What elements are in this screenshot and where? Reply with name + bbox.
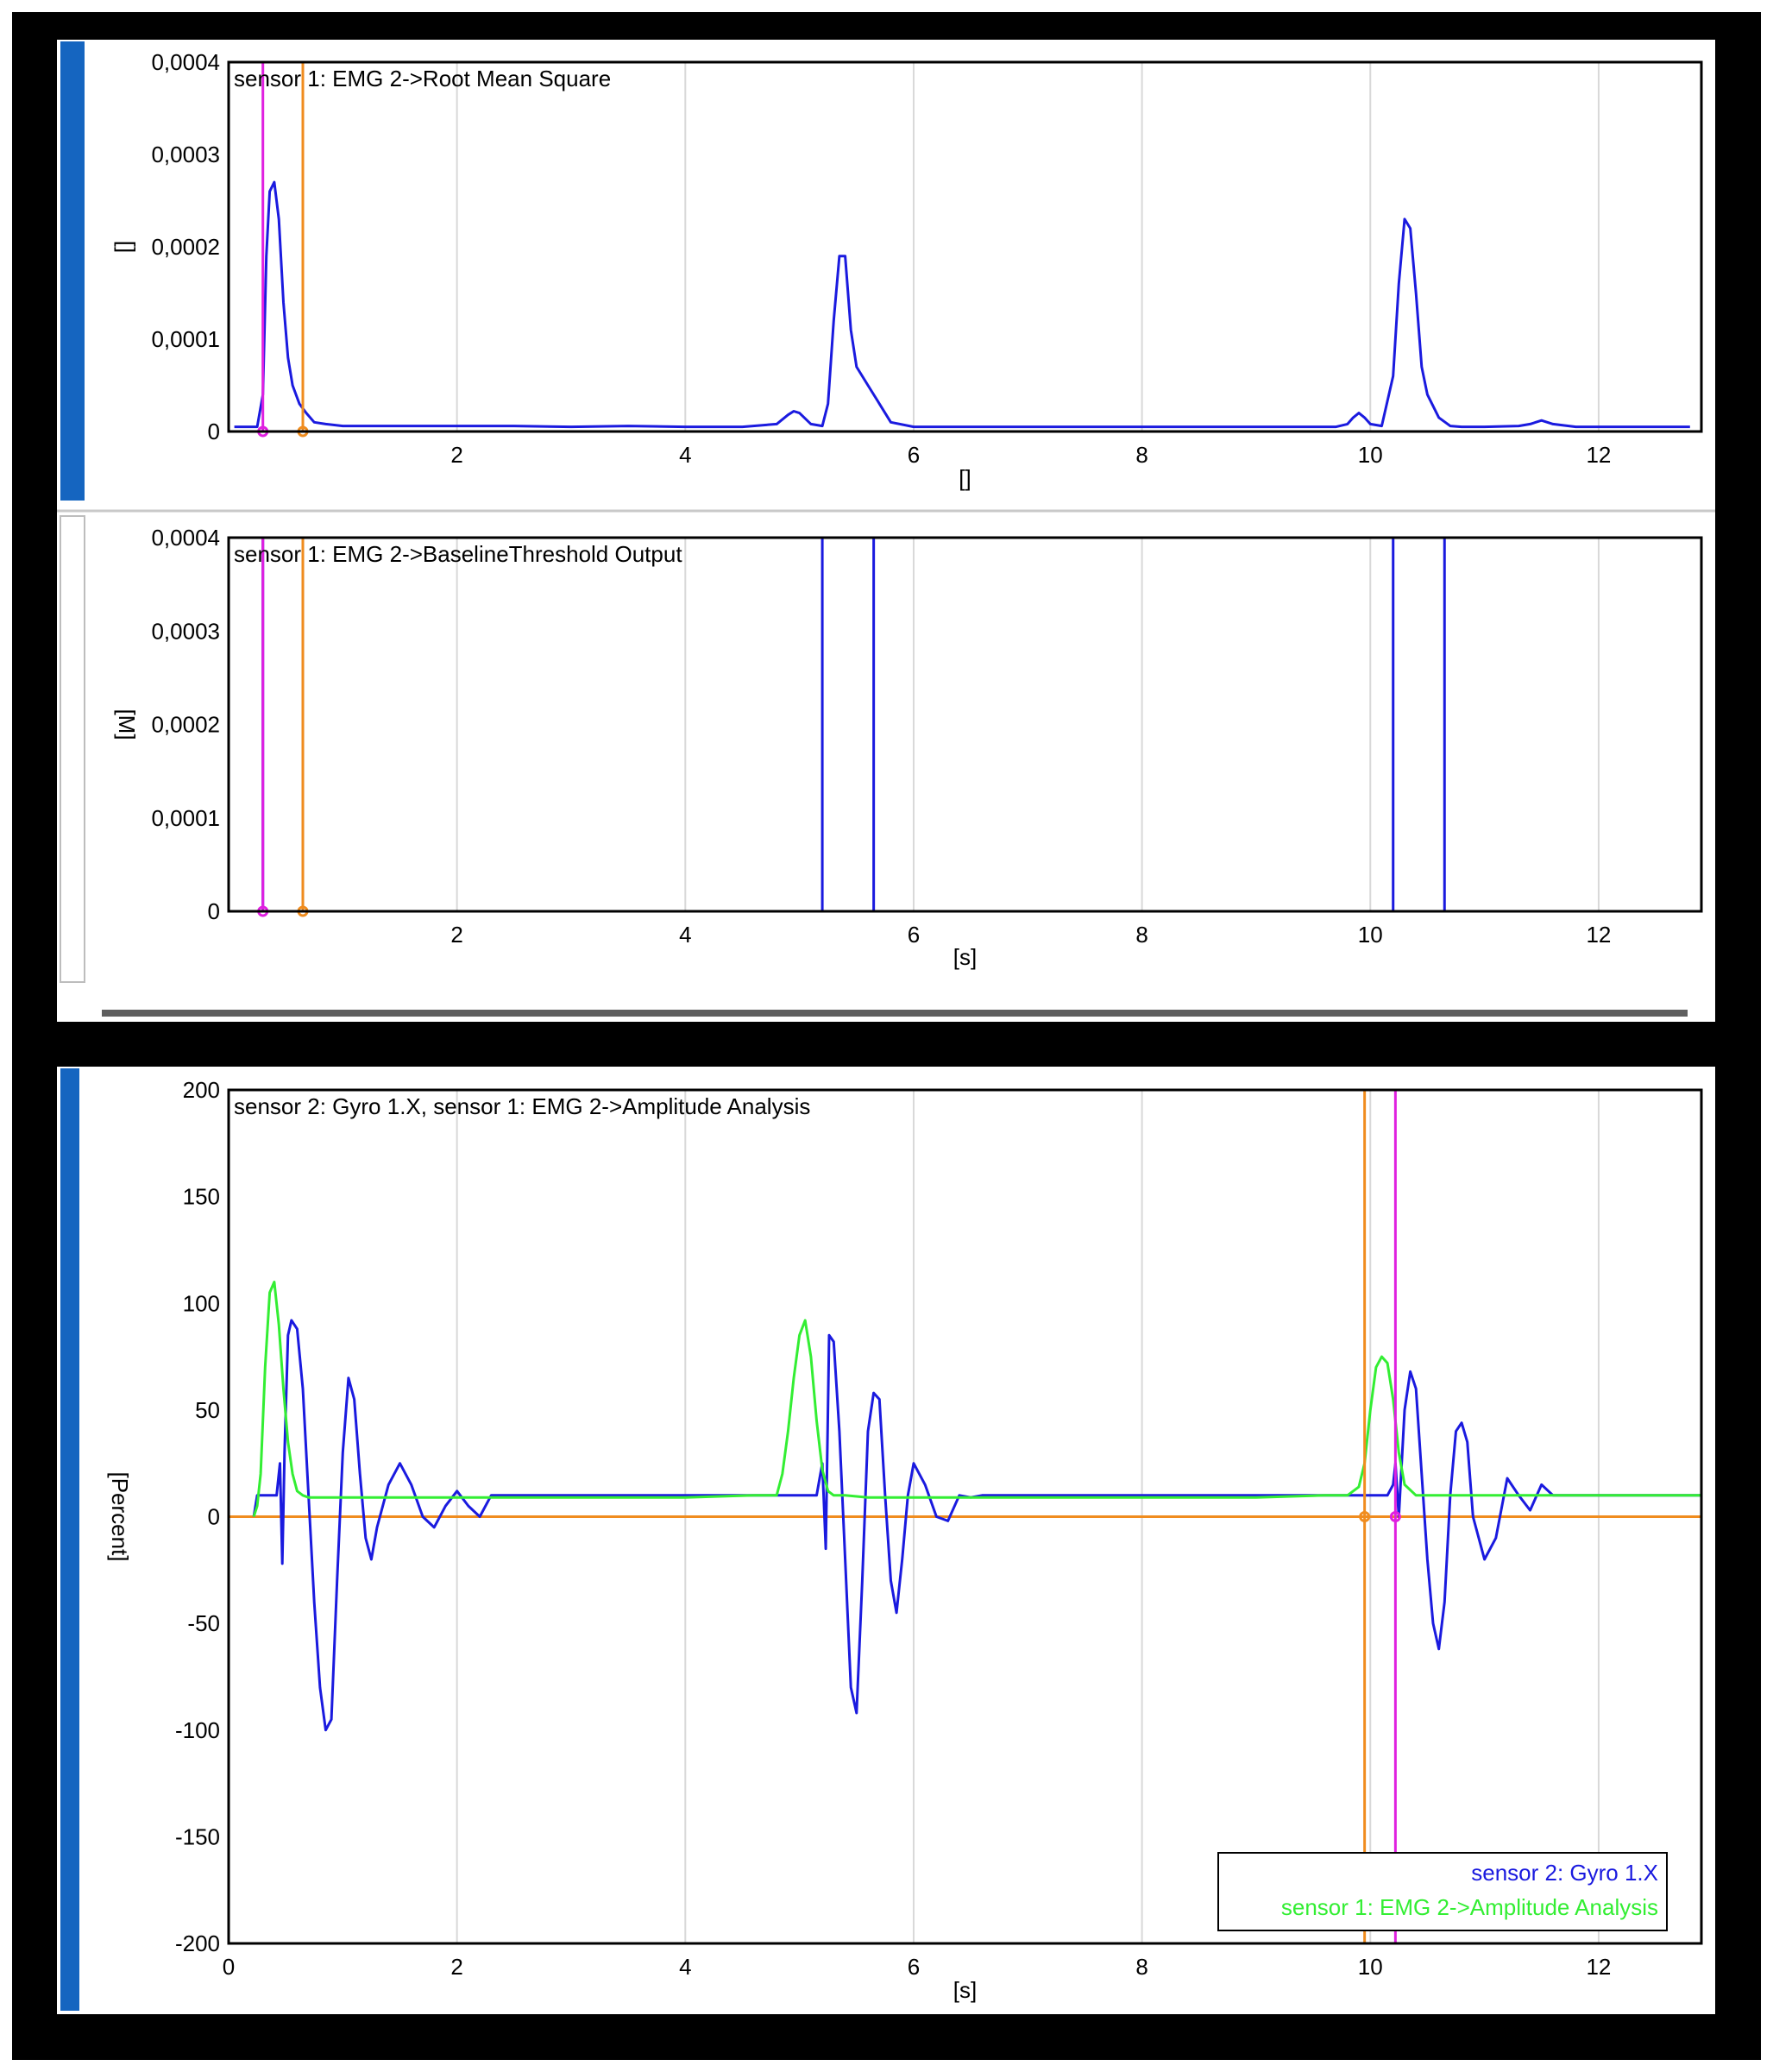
- y-tick-label: -50: [187, 1610, 220, 1636]
- plot-area: [229, 62, 1701, 431]
- x-tick-label: 6: [908, 922, 920, 948]
- panel-b-sidebar: [60, 1068, 79, 2011]
- y-tick-label: 0: [208, 1504, 220, 1530]
- y-tick-label: 0,0004: [151, 49, 220, 75]
- legend: sensor 2: Gyro 1.X sensor 1: EMG 2->Ampli…: [1217, 1852, 1668, 1931]
- x-tick-label: 4: [679, 922, 691, 948]
- y-tick-label: 0,0001: [151, 326, 220, 352]
- y-tick-label: 150: [183, 1184, 220, 1210]
- y-tick-label: 0,0003: [151, 142, 220, 167]
- y-tick-label: 100: [183, 1290, 220, 1316]
- y-tick-label: 0,0002: [151, 234, 220, 260]
- y-axis-label: [Percent]: [107, 1471, 133, 1561]
- figure: ab2468101200,00010,00020,00030,0004senso…: [0, 0, 1773, 2072]
- x-axis-label: [s]: [953, 944, 977, 970]
- plot-area: [229, 538, 1701, 911]
- x-tick-label: 6: [908, 1954, 920, 1980]
- x-tick-label: 10: [1358, 1954, 1383, 1980]
- chart-title: sensor 1: EMG 2->Root Mean Square: [234, 66, 611, 91]
- chart-2: 2 4 6 8 10 12 0 0,0001 0,0002 0,0003 0,0004 sensor …: [114, 525, 1703, 970]
- y-tick-label: 0,0003: [151, 618, 220, 644]
- legend-entry: sensor 2: Gyro 1.X: [1471, 1860, 1658, 1886]
- x-tick-label: 8: [1135, 922, 1147, 948]
- y-axis-label: []: [114, 241, 140, 253]
- panel-a-sidebar-top: [60, 41, 85, 501]
- y-tick-label: -150: [175, 1823, 220, 1849]
- x-axis-label: [s]: [953, 1977, 977, 2003]
- y-tick-label: 0: [208, 898, 220, 924]
- x-axis-label: []: [959, 465, 971, 491]
- chart-1: 2 4 6 8 10 12 0 0,0001 0,0002 0,0003 0,0004 sensor …: [114, 49, 1703, 491]
- x-tick-label: 12: [1586, 1954, 1611, 1980]
- panel-a-sidebar-bottom: [60, 515, 85, 983]
- y-tick-label: 0: [208, 419, 220, 444]
- x-tick-label: 12: [1586, 442, 1611, 468]
- chart-title: sensor 1: EMG 2->BaselineThreshold Outpu…: [234, 541, 682, 567]
- x-tick-label: 2: [450, 1954, 462, 1980]
- x-tick-label: 2: [450, 442, 462, 468]
- x-tick-label: 10: [1358, 922, 1383, 948]
- y-tick-label: 200: [183, 1077, 220, 1103]
- x-tick-label: 0: [223, 1954, 235, 1980]
- chart-3: 0 2 4 6 8 10 12 -200 -150 -100 -50 0 50 100 150 200 sens…: [107, 1077, 1703, 2003]
- y-tick-label: 50: [195, 1397, 220, 1423]
- chart-title: sensor 2: Gyro 1.X, sensor 1: EMG 2->Amp…: [234, 1093, 810, 1119]
- x-tick-label: 8: [1135, 442, 1147, 468]
- legend-entry: sensor 1: EMG 2->Amplitude Analysis: [1281, 1894, 1658, 1920]
- y-tick-label: 0,0001: [151, 805, 220, 831]
- x-tick-label: 6: [908, 442, 920, 468]
- x-tick-label: 12: [1586, 922, 1611, 948]
- y-axis-label: [M]: [114, 709, 140, 740]
- x-tick-label: 10: [1358, 442, 1383, 468]
- y-tick-label: 0,0002: [151, 712, 220, 738]
- x-tick-label: 8: [1135, 1954, 1147, 1980]
- panel-a-scrollbar: [102, 1010, 1688, 1017]
- y-tick-label: -200: [175, 1930, 220, 1956]
- x-tick-label: 2: [450, 922, 462, 948]
- x-tick-label: 4: [679, 442, 691, 468]
- x-tick-label: 4: [679, 1954, 691, 1980]
- y-tick-label: -100: [175, 1717, 220, 1743]
- y-tick-label: 0,0004: [151, 525, 220, 551]
